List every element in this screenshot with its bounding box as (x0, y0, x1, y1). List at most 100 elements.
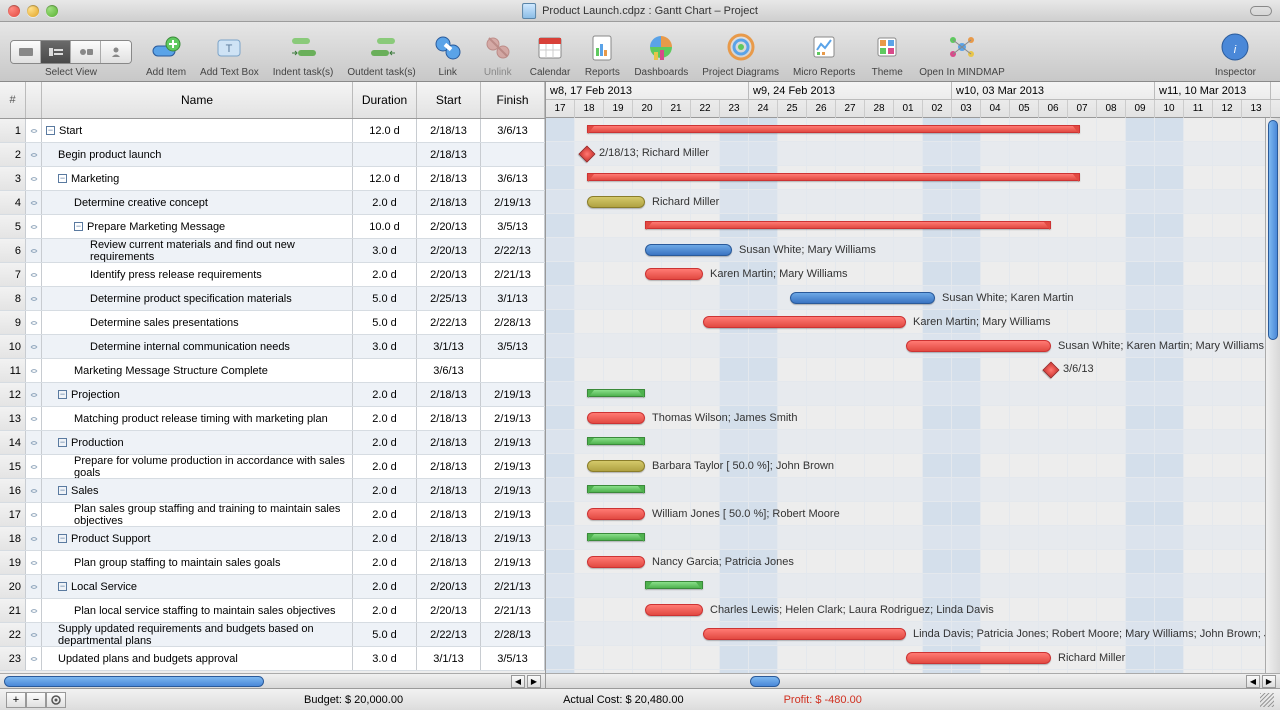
task-bar[interactable]: Richard Miller (906, 652, 1051, 664)
task-bar[interactable]: Susan White; Karen Martin (790, 292, 935, 304)
finish-cell[interactable]: 2/21/13 (481, 575, 545, 598)
task-name-cell[interactable]: Marketing Message Structure Complete (42, 359, 353, 382)
start-cell[interactable]: 2/22/13 (417, 623, 481, 646)
table-row[interactable]: 9Determine sales presentations5.0 d2/22/… (0, 311, 545, 335)
col-header-duration[interactable]: Duration (353, 82, 417, 118)
task-name-cell[interactable]: Identify press release requirements (42, 263, 353, 286)
task-name-cell[interactable]: Determine sales presentations (42, 311, 353, 334)
task-name-cell[interactable]: Determine product specification material… (42, 287, 353, 310)
table-row[interactable]: 17Plan sales group staffing and training… (0, 503, 545, 527)
table-row[interactable]: 3−Marketing12.0 d2/18/133/6/13 (0, 167, 545, 191)
finish-cell[interactable]: 3/5/13 (481, 215, 545, 238)
table-row[interactable]: 10Determine internal communication needs… (0, 335, 545, 359)
settings-button[interactable] (46, 692, 66, 708)
start-cell[interactable]: 2/18/13 (417, 383, 481, 406)
start-cell[interactable]: 2/20/13 (417, 239, 481, 262)
task-name-cell[interactable]: Begin product launch (42, 143, 353, 166)
toolbar-toggle-button[interactable] (1250, 6, 1272, 16)
table-row[interactable]: 18−Product Support2.0 d2/18/132/19/13 (0, 527, 545, 551)
finish-cell[interactable]: 3/5/13 (481, 647, 545, 670)
duration-cell[interactable]: 2.0 d (353, 191, 417, 214)
theme-button[interactable]: Theme (869, 29, 905, 78)
table-row[interactable]: 11Marketing Message Structure Complete3/… (0, 359, 545, 383)
col-header-start[interactable]: Start (417, 82, 481, 118)
duration-cell[interactable]: 2.0 d (353, 599, 417, 622)
table-row[interactable]: 4Determine creative concept2.0 d2/18/132… (0, 191, 545, 215)
task-name-cell[interactable]: Supply updated requirements and budgets … (42, 623, 353, 646)
duration-cell[interactable]: 2.0 d (353, 527, 417, 550)
calendar-button[interactable]: Calendar (530, 29, 571, 78)
add-item-button[interactable]: Add Item (146, 29, 186, 78)
task-name-cell[interactable]: −Sales (42, 479, 353, 502)
col-header-number[interactable]: # (0, 82, 26, 118)
reports-button[interactable]: Reports (584, 29, 620, 78)
task-name-cell[interactable]: Updated plans and budgets approval (42, 647, 353, 670)
start-cell[interactable]: 2/18/13 (417, 503, 481, 526)
finish-cell[interactable]: 3/5/13 (481, 335, 545, 358)
table-row[interactable]: 5−Prepare Marketing Message10.0 d2/20/13… (0, 215, 545, 239)
start-cell[interactable]: 2/18/13 (417, 167, 481, 190)
task-name-cell[interactable]: −Prepare Marketing Message (42, 215, 353, 238)
summary-bar[interactable] (587, 389, 645, 397)
start-cell[interactable]: 2/18/13 (417, 431, 481, 454)
summary-bar[interactable] (587, 173, 1080, 181)
milestone-marker[interactable] (1043, 362, 1060, 379)
start-cell[interactable]: 2/20/13 (417, 263, 481, 286)
disclosure-toggle[interactable]: − (58, 486, 67, 495)
disclosure-toggle[interactable]: − (58, 390, 67, 399)
disclosure-toggle[interactable]: − (58, 438, 67, 447)
table-row[interactable]: 15Prepare for volume production in accor… (0, 455, 545, 479)
table-row[interactable]: 22Supply updated requirements and budget… (0, 623, 545, 647)
task-name-cell[interactable]: Prepare for volume production in accorda… (42, 455, 353, 478)
finish-cell[interactable]: 3/6/13 (481, 167, 545, 190)
gantt-chart-area[interactable]: 2/18/13; Richard MillerRichard MillerSus… (546, 118, 1280, 673)
finish-cell[interactable]: 2/19/13 (481, 383, 545, 406)
disclosure-toggle[interactable]: − (58, 174, 67, 183)
task-name-cell[interactable]: Review current materials and find out ne… (42, 239, 353, 262)
task-bar[interactable]: Susan White; Karen Martin; Mary Williams (906, 340, 1051, 352)
summary-bar[interactable] (587, 485, 645, 493)
remove-row-button[interactable]: − (26, 692, 46, 708)
summary-bar[interactable] (587, 437, 645, 445)
finish-cell[interactable] (481, 143, 545, 166)
add-row-button[interactable]: + (6, 692, 26, 708)
duration-cell[interactable]: 3.0 d (353, 647, 417, 670)
task-name-cell[interactable]: Determine creative concept (42, 191, 353, 214)
project-diagrams-button[interactable]: Project Diagrams (702, 29, 779, 78)
finish-cell[interactable]: 2/22/13 (481, 239, 545, 262)
finish-cell[interactable]: 2/21/13 (481, 263, 545, 286)
finish-cell[interactable]: 2/19/13 (481, 527, 545, 550)
duration-cell[interactable]: 10.0 d (353, 215, 417, 238)
table-row[interactable]: 1−Start12.0 d2/18/133/6/13 (0, 119, 545, 143)
start-cell[interactable]: 2/18/13 (417, 479, 481, 502)
task-bar[interactable]: Richard Miller (587, 196, 645, 208)
task-bar[interactable]: Thomas Wilson; James Smith (587, 412, 645, 424)
start-cell[interactable]: 2/18/13 (417, 527, 481, 550)
link-button[interactable]: Link (430, 29, 466, 78)
grid-hscrollbar[interactable]: ◀ ▶ (0, 673, 545, 688)
scroll-right-icon[interactable]: ▶ (1262, 675, 1276, 688)
start-cell[interactable]: 3/1/13 (417, 335, 481, 358)
table-row[interactable]: 21Plan local service staffing to maintai… (0, 599, 545, 623)
finish-cell[interactable]: 2/19/13 (481, 503, 545, 526)
task-name-cell[interactable]: −Production (42, 431, 353, 454)
milestone-marker[interactable] (579, 146, 596, 163)
start-cell[interactable]: 2/18/13 (417, 143, 481, 166)
task-bar[interactable]: Charles Lewis; Helen Clark; Laura Rodrig… (645, 604, 703, 616)
start-cell[interactable]: 2/20/13 (417, 215, 481, 238)
open-mindmap-button[interactable]: Open In MINDMAP (919, 29, 1005, 78)
disclosure-toggle[interactable]: − (74, 222, 83, 231)
start-cell[interactable]: 3/1/13 (417, 647, 481, 670)
table-row[interactable]: 14−Production2.0 d2/18/132/19/13 (0, 431, 545, 455)
table-row[interactable]: 16−Sales2.0 d2/18/132/19/13 (0, 479, 545, 503)
start-cell[interactable]: 2/18/13 (417, 455, 481, 478)
scroll-right-icon[interactable]: ▶ (527, 675, 541, 688)
task-name-cell[interactable]: −Marketing (42, 167, 353, 190)
task-bar[interactable]: Linda Davis; Patricia Jones; Robert Moor… (703, 628, 906, 640)
table-row[interactable]: 2Begin product launch2/18/13 (0, 143, 545, 167)
task-bar[interactable]: Susan White; Mary Williams (645, 244, 732, 256)
finish-cell[interactable]: 2/19/13 (481, 191, 545, 214)
table-row[interactable]: 12−Projection2.0 d2/18/132/19/13 (0, 383, 545, 407)
window-zoom-button[interactable] (46, 5, 58, 17)
window-minimize-button[interactable] (27, 5, 39, 17)
